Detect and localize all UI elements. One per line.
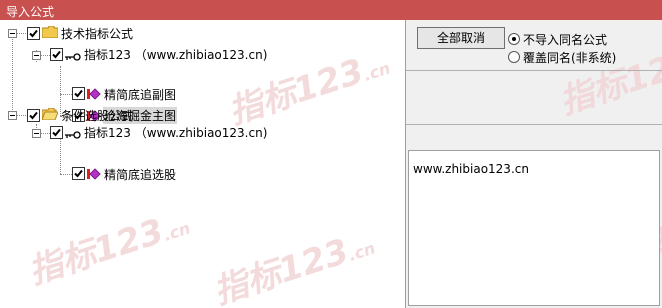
options-panel: 指标123.cn 指标123.cn 全部取消 不导入同名公式 覆盖同名(非系统)… [405,20,662,308]
divider [406,124,662,125]
tree-line [12,37,13,116]
tree-line [60,138,61,174]
formula-label[interactable]: 精简底追副图 [104,86,176,103]
watermark: 指标123.cn [23,211,193,293]
divider [406,70,662,71]
tree-line [60,94,72,95]
tree-line [16,115,26,116]
tree-line [16,33,26,34]
source-label[interactable]: 指标123 （www.zhibiao123.cn) [84,46,267,63]
window-title: 导入公式 [6,5,55,19]
tree-line [40,55,50,56]
formula-label[interactable]: 精简底追选股 [104,166,176,183]
deselect-all-button[interactable]: 全部取消 [417,27,505,49]
key-icon [65,131,81,139]
tree-line [40,133,50,134]
formula-checkbox[interactable] [72,87,85,100]
folder-open-icon [42,108,58,120]
tree-line [60,174,72,175]
key-icon [65,53,81,61]
overwrite-label[interactable]: 覆盖同名(非系统) [523,49,616,66]
group-label[interactable]: 技术指标公式 [61,25,133,42]
formula-icon [89,168,101,180]
title-bar: 导入公式 [0,0,662,20]
group-label[interactable]: 条件选股公式 [61,107,133,124]
skip-duplicates-label[interactable]: 不导入同名公式 [523,31,607,48]
info-text: www.zhibiao123.cn [413,162,529,176]
overwrite-radio[interactable] [508,51,520,63]
folder-icon [42,26,58,38]
collapse-toggle[interactable] [8,111,17,120]
group-checkbox[interactable] [27,27,40,40]
skip-duplicates-radio[interactable] [508,33,520,45]
group-checkbox[interactable] [27,109,40,122]
formula-checkbox[interactable] [72,167,85,180]
collapse-toggle[interactable] [32,129,41,138]
formula-icon [89,88,101,100]
collapse-toggle[interactable] [8,29,17,38]
source-checkbox[interactable] [50,126,63,139]
source-checkbox[interactable] [50,48,63,61]
formula-tree[interactable]: 指标123.cn 指标123.cn 指标123.cn 技术指标公式 指标123 … [0,20,405,308]
collapse-toggle[interactable] [32,51,41,60]
source-label[interactable]: 指标123 （www.zhibiao123.cn) [84,124,267,141]
watermark: 指标123.cn [208,231,378,308]
info-box: www.zhibiao123.cn [408,150,660,306]
